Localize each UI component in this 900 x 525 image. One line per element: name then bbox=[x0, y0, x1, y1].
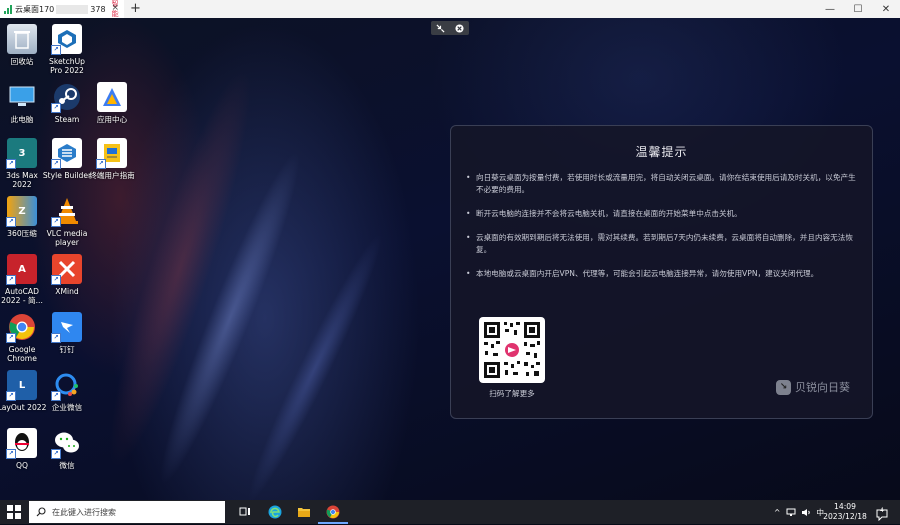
client-tab-bar: 云桌面170 378 智能 × + — ☐ ✕ bbox=[0, 0, 900, 19]
notice-item: 本地电脑或云桌面内开启VPN、代理等，可能会引起云电脑连接异常，请勿使用VPN，… bbox=[466, 268, 858, 280]
remote-control-pill[interactable] bbox=[431, 21, 469, 35]
steam-icon: ↗ bbox=[51, 82, 82, 113]
user-guide-icon: ↗ bbox=[96, 138, 127, 169]
maximize-button[interactable]: ☐ bbox=[843, 0, 873, 18]
app-center-icon bbox=[97, 82, 127, 112]
edge-icon bbox=[268, 505, 282, 519]
qq-penguin-icon: ↗ bbox=[6, 428, 37, 459]
desktop-icon-vlc[interactable]: ↗ VLC media player bbox=[39, 196, 95, 247]
masked-number bbox=[56, 4, 89, 14]
dingtalk-icon: ↗ bbox=[51, 312, 82, 343]
close-window-button[interactable]: ✕ bbox=[871, 0, 900, 18]
vlc-cone-icon: ↗ bbox=[51, 196, 82, 227]
volume-icon[interactable] bbox=[801, 508, 811, 517]
taskbar-edge[interactable] bbox=[266, 503, 284, 521]
brand-name: 贝锐向日葵 bbox=[795, 381, 850, 394]
desktop-icon-xmind[interactable]: ↗ XMind bbox=[39, 254, 95, 296]
remote-desktop[interactable]: 回收站 此电脑 3 ↗ 3ds Max 2022 Z ↗ 360压缩 A ↗ Auto… bbox=[0, 18, 900, 500]
qr-code bbox=[479, 317, 545, 383]
desktop-icon-sketchup[interactable]: ↗ SketchUp Pro 2022 bbox=[39, 24, 95, 75]
disconnect-icon[interactable] bbox=[455, 23, 464, 33]
chrome-icon bbox=[326, 505, 340, 519]
wechat-icon: ↗ bbox=[51, 428, 82, 459]
desktop-icon-app-center[interactable]: 应用中心 bbox=[84, 82, 140, 124]
system-tray: ^ 中 bbox=[774, 500, 824, 524]
taskbar-chrome[interactable] bbox=[324, 503, 342, 521]
taskbar-explorer[interactable] bbox=[295, 503, 313, 521]
folder-icon bbox=[298, 508, 310, 517]
tray-chevron-up-icon[interactable]: ^ bbox=[774, 508, 780, 517]
xmind-icon: ↗ bbox=[51, 254, 82, 285]
clock-time: 14:09 bbox=[834, 502, 856, 511]
autocad-icon: A ↗ bbox=[6, 254, 37, 285]
desktop-icon-wechat[interactable]: ↗ 微信 bbox=[39, 428, 95, 470]
notice-title: 温馨提示 bbox=[635, 145, 688, 159]
minimize-button[interactable]: — bbox=[815, 0, 845, 18]
collapse-arrows-icon[interactable] bbox=[436, 23, 445, 33]
desktop-icon-dingtalk[interactable]: ↗ 钉钉 bbox=[39, 312, 95, 354]
360zip-icon: Z ↗ bbox=[6, 196, 37, 227]
taskbar-clock[interactable]: 14:09 2023/12/18 bbox=[820, 502, 870, 522]
notice-item: 断开云电脑的连接并不会将云电脑关机，请直接在桌面的开始菜单中点击关机。 bbox=[466, 208, 858, 220]
chrome-icon: ↗ bbox=[6, 312, 37, 343]
clock-date: 2023/12/18 bbox=[823, 512, 867, 521]
search-icon bbox=[36, 507, 46, 517]
notification-count: 4 bbox=[880, 507, 884, 514]
desktop-icon-user-guide[interactable]: ↗ 终端用户指南 bbox=[84, 138, 140, 180]
monitor-icon bbox=[7, 82, 37, 112]
qr-caption: 扫码了解更多 bbox=[489, 389, 535, 398]
new-tab-button[interactable]: + bbox=[130, 1, 141, 17]
taskbar: 在此键入进行搜索 ^ 中 14:09 2023/12/18 4 bbox=[0, 500, 900, 524]
3ds-max-icon: 3 ↗ bbox=[6, 138, 37, 169]
brand-logo: ↘ 贝锐向日葵 bbox=[776, 379, 850, 395]
task-view-button[interactable] bbox=[236, 503, 254, 521]
wecom-icon: ↗ bbox=[51, 370, 82, 401]
layout-icon: L ↗ bbox=[6, 370, 37, 401]
notification-center-button[interactable]: 4 bbox=[876, 506, 888, 522]
sketchup-icon: ↗ bbox=[51, 24, 82, 55]
taskbar-search[interactable]: 在此键入进行搜索 bbox=[29, 501, 225, 523]
start-button[interactable] bbox=[7, 505, 21, 519]
style-builder-icon: ↗ bbox=[51, 138, 82, 169]
task-view-icon bbox=[239, 507, 250, 516]
tab-close-icon[interactable]: × bbox=[111, 3, 119, 13]
notice-item: 云桌面的有效期到期后将无法使用，需对其续费。若到期后7天内仍未续费，云桌面将自动… bbox=[466, 232, 858, 256]
sunflower-logo-icon: ↘ bbox=[776, 379, 791, 395]
search-placeholder: 在此键入进行搜索 bbox=[52, 507, 116, 517]
session-tab[interactable]: 云桌面170 378 智能 × bbox=[0, 0, 124, 18]
notice-list: 向日葵云桌面为按量付费，若使用时长或流量用完，将自动关闭云桌面。请你在结束使用后… bbox=[466, 172, 858, 292]
notice-panel: 温馨提示 向日葵云桌面为按量付费，若使用时长或流量用完，将自动关闭云桌面。请你在… bbox=[450, 125, 873, 419]
signal-icon bbox=[4, 4, 12, 14]
network-icon[interactable] bbox=[786, 508, 796, 517]
session-tab-title: 云桌面170 378 bbox=[15, 4, 106, 14]
desktop-icon-wecom[interactable]: ↗ 企业微信 bbox=[39, 370, 95, 412]
recycle-bin-icon bbox=[7, 24, 37, 54]
notice-item: 向日葵云桌面为按量付费，若使用时长或流量用完，将自动关闭云桌面。请你在结束使用后… bbox=[466, 172, 858, 196]
